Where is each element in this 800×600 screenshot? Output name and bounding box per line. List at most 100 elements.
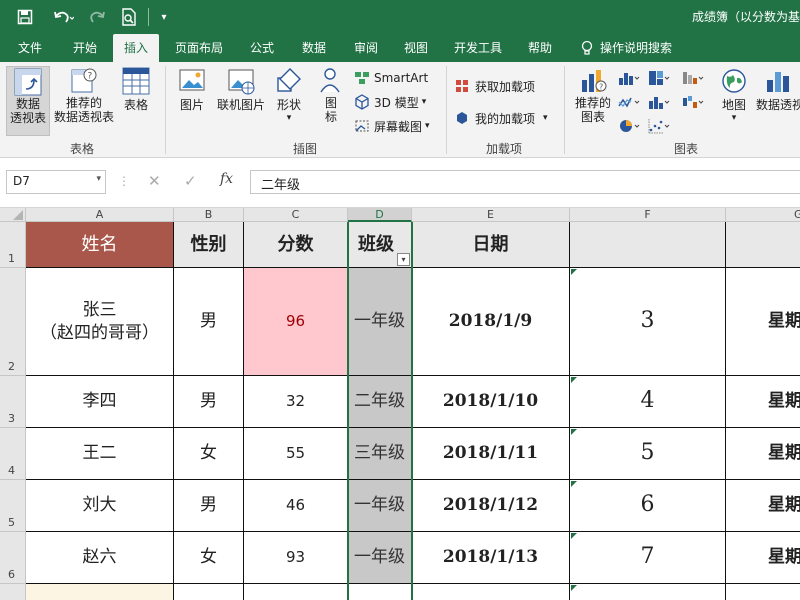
header-cell-name[interactable]: 姓名 (26, 222, 174, 268)
insert-function-icon[interactable]: fx (220, 171, 233, 187)
row-header-6[interactable]: 6 (0, 532, 26, 584)
online-pictures-button[interactable]: 联机图片 (214, 66, 268, 136)
cell-gender[interactable]: 女 (174, 428, 244, 480)
cell-number[interactable]: 6 (570, 480, 726, 532)
cell-empty[interactable] (174, 584, 244, 600)
header-cell-gender[interactable]: 性别 (174, 222, 244, 268)
cell-number[interactable]: 5 (570, 428, 726, 480)
cell-empty[interactable] (412, 584, 570, 600)
cell-score[interactable]: 55 (244, 428, 348, 480)
tab-developer[interactable]: 开发工具 (446, 34, 510, 62)
smartart-button[interactable]: SmartArt (354, 68, 440, 88)
shapes-button[interactable]: 形状 ▾ (270, 66, 308, 136)
table-button[interactable]: 表格 (118, 66, 154, 136)
statistic-chart-icon[interactable] (682, 70, 704, 89)
column-header-b[interactable]: B (174, 208, 244, 222)
cell-score[interactable]: 93 (244, 532, 348, 584)
cell-class[interactable]: 三年级 (348, 428, 412, 480)
recommended-charts-button[interactable]: ? 推荐的 图表 (572, 66, 614, 136)
cell-weekday[interactable]: 星期 (726, 268, 800, 376)
column-chart-icon[interactable] (618, 70, 640, 89)
row-header-2[interactable]: 2 (0, 268, 26, 376)
column-header-d[interactable]: D (348, 208, 412, 222)
tab-formulas[interactable]: 公式 (240, 34, 284, 62)
tell-me-search[interactable]: 操作说明搜索 (600, 34, 690, 62)
my-addins-button[interactable]: 我的加载项 ▾ (454, 108, 558, 128)
cell-class[interactable]: 一年级 (348, 268, 412, 376)
enter-icon[interactable]: ✓ (184, 172, 197, 190)
cell-gender[interactable]: 女 (174, 532, 244, 584)
header-cell-g[interactable] (726, 222, 800, 268)
pivot-table-button[interactable]: 数据 透视表 (6, 66, 50, 136)
column-header-c[interactable]: C (244, 208, 348, 222)
cancel-icon[interactable]: ✕ (148, 172, 161, 190)
cell-number[interactable]: 4 (570, 376, 726, 428)
cell-name[interactable]: 张三 （赵四的哥哥） (26, 268, 174, 376)
tab-file[interactable]: 文件 (8, 34, 52, 62)
cell-number[interactable]: 7 (570, 532, 726, 584)
column-header-a[interactable]: A (26, 208, 174, 222)
cell-class[interactable]: 二年级 (348, 376, 412, 428)
cell-date[interactable]: 2018/1/12 (412, 480, 570, 532)
column-header-f[interactable]: F (570, 208, 726, 222)
pie-chart-icon[interactable] (618, 118, 640, 137)
cell-name[interactable]: 赵六 (26, 532, 174, 584)
column-header-g[interactable]: G (726, 208, 800, 222)
undo-icon[interactable] (48, 6, 78, 28)
cell-name[interactable]: 李四 (26, 376, 174, 428)
cell-gender[interactable]: 男 (174, 376, 244, 428)
cell-selected-d7[interactable] (348, 584, 412, 600)
row-header-4[interactable]: 4 (0, 428, 26, 480)
row-header-7[interactable] (0, 584, 26, 600)
screenshot-button[interactable]: 屏幕截图 ▾ (354, 116, 440, 136)
cell-score[interactable]: 46 (244, 480, 348, 532)
tab-page-layout[interactable]: 页面布局 (166, 34, 232, 62)
cell-empty[interactable] (26, 584, 174, 600)
waterfall-chart-icon[interactable] (682, 94, 704, 113)
redo-icon[interactable] (84, 6, 114, 28)
tab-help[interactable]: 帮助 (518, 34, 562, 62)
tab-data[interactable]: 数据 (292, 34, 336, 62)
cell-date[interactable]: 2018/1/10 (412, 376, 570, 428)
header-cell-date[interactable]: 日期 (412, 222, 570, 268)
icons-button[interactable]: 图 标 (312, 66, 350, 136)
name-box[interactable]: D7 ▾ (6, 170, 106, 194)
tab-home[interactable]: 开始 (62, 34, 108, 62)
cell-empty[interactable] (570, 584, 726, 600)
filter-dropdown-icon[interactable]: ▾ (397, 253, 410, 266)
save-icon[interactable] (14, 6, 36, 28)
cell-date[interactable]: 2018/1/9 (412, 268, 570, 376)
cell-date[interactable]: 2018/1/11 (412, 428, 570, 480)
3d-models-button[interactable]: 3D 模型 ▾ (354, 92, 440, 112)
select-all-corner[interactable] (0, 208, 26, 222)
get-addins-button[interactable]: 获取加载项 (454, 76, 558, 96)
formula-input[interactable]: 二年级 (250, 170, 800, 194)
cell-score-highlighted[interactable]: 96 (244, 268, 348, 376)
cell-weekday[interactable]: 星期 (726, 480, 800, 532)
tab-view[interactable]: 视图 (394, 34, 438, 62)
cell-number[interactable]: 3 (570, 268, 726, 376)
row-header-3[interactable]: 3 (0, 376, 26, 428)
header-cell-score[interactable]: 分数 (244, 222, 348, 268)
hierarchy-chart-icon[interactable] (648, 70, 670, 89)
row-header-5[interactable]: 5 (0, 480, 26, 532)
cell-gender[interactable]: 男 (174, 480, 244, 532)
cell-weekday[interactable]: 星期 (726, 376, 800, 428)
cell-weekday[interactable]: 星期 (726, 532, 800, 584)
header-cell-class[interactable]: 班级 ▾ (348, 222, 412, 268)
header-cell-f[interactable] (570, 222, 726, 268)
customize-qat-icon[interactable]: ▾ (156, 6, 172, 28)
recommended-pivot-button[interactable]: ? 推荐的 数据透视表 (52, 66, 116, 136)
pivot-chart-button[interactable]: 数据透视 (756, 66, 800, 136)
maps-button[interactable]: 地图 ▾ (716, 66, 752, 136)
tab-insert[interactable]: 插入 (113, 34, 159, 62)
cell-date[interactable]: 2018/1/13 (412, 532, 570, 584)
scatter-chart-icon[interactable] (648, 118, 670, 137)
cell-name[interactable]: 刘大 (26, 480, 174, 532)
cell-empty[interactable] (244, 584, 348, 600)
pictures-button[interactable]: 图片 (172, 66, 212, 136)
row-header-1[interactable]: 1 (0, 222, 26, 268)
print-preview-icon[interactable] (118, 6, 140, 28)
cell-name[interactable]: 王二 (26, 428, 174, 480)
cell-score[interactable]: 32 (244, 376, 348, 428)
